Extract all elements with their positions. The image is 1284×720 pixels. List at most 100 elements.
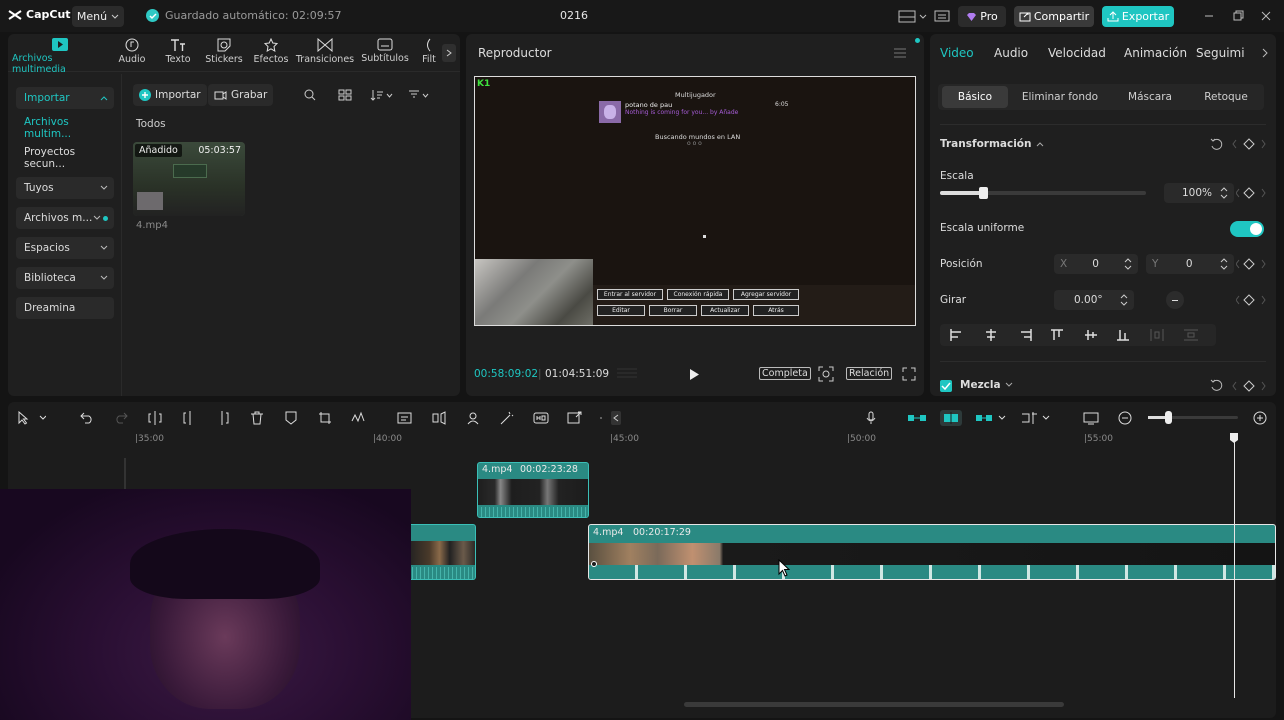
search-icon[interactable] (304, 89, 316, 101)
waveform-icon[interactable] (616, 366, 638, 380)
sidebar-item-spaces[interactable]: Espacios (16, 237, 114, 259)
video-preview[interactable]: K1 Multijugador potano de pau 6:05 Nothi… (474, 76, 916, 326)
clip-keyframe-dot[interactable] (591, 561, 597, 567)
distribute-h-icon[interactable] (1150, 329, 1164, 341)
chevron-right-icon[interactable] (1262, 48, 1268, 58)
quick-connect-button[interactable]: Conexión rápida (667, 289, 729, 300)
undo-icon[interactable] (78, 410, 96, 426)
align-top-icon[interactable] (1050, 329, 1064, 341)
crop-icon[interactable] (316, 410, 334, 426)
tab-audio[interactable]: Audio (116, 38, 148, 65)
tab-effects[interactable]: Efectos (252, 38, 290, 65)
subtab-basic[interactable]: Básico (942, 86, 1008, 108)
timeline-scrollbar[interactable] (684, 702, 1064, 707)
magnet-icon[interactable] (940, 410, 962, 426)
tab-audio-props[interactable]: Audio (994, 46, 1028, 60)
delete-button[interactable]: Borrar (649, 305, 697, 316)
timeline-clip-left[interactable] (408, 524, 476, 580)
full-quality-button[interactable]: Completa (759, 367, 811, 380)
player-menu-icon[interactable] (894, 48, 906, 58)
microphone-icon[interactable] (862, 410, 880, 426)
sidebar-item-subprojects[interactable]: Proyectos secun... (16, 146, 114, 170)
preview-axis-icon[interactable] (1020, 410, 1056, 426)
scale-slider-handle[interactable] (979, 187, 989, 199)
keyframe-icon[interactable] (1236, 187, 1266, 199)
trim-left-icon[interactable] (180, 410, 198, 426)
subtab-remove-bg[interactable]: Eliminar fondo (1016, 86, 1104, 108)
tab-filters[interactable]: Filt (418, 38, 440, 65)
sidebar-item-media[interactable]: Archivos multim... (16, 116, 114, 140)
scale-slider[interactable] (940, 187, 1146, 199)
ratio-button[interactable]: Relación (846, 367, 893, 380)
tab-subtitles[interactable]: Subtítulos (360, 38, 410, 64)
position-x-field[interactable]: X 0 (1054, 254, 1138, 274)
snapshot-icon[interactable] (818, 366, 834, 382)
cutout-icon[interactable] (464, 410, 482, 426)
sidebar-item-import[interactable]: Importar (16, 87, 114, 109)
delete-icon[interactable] (248, 410, 266, 426)
link-icon[interactable] (974, 410, 1012, 426)
select-tool-icon[interactable] (14, 410, 48, 426)
tab-transitions[interactable]: Transiciones (296, 38, 354, 65)
transform-section[interactable]: Transformación (940, 138, 1044, 150)
subtab-retouch[interactable]: Retoque (1188, 86, 1264, 108)
blend-section[interactable]: Mezcla (960, 379, 1013, 391)
timeline-clip-main[interactable]: 4.mp4 00:20:17:29 (588, 524, 1276, 580)
hd-icon[interactable] (532, 410, 550, 426)
tab-speed[interactable]: Velocidad (1048, 46, 1106, 60)
export-frame-icon[interactable] (566, 410, 584, 426)
tab-text[interactable]: Texto (160, 38, 196, 65)
marker-icon[interactable] (282, 410, 300, 426)
screen-icon[interactable] (1082, 410, 1100, 426)
minimize-icon[interactable] (1203, 10, 1215, 22)
align-center-h-icon[interactable] (984, 329, 998, 341)
media-thumbnail[interactable]: Añadido 05:03:57 (133, 142, 245, 216)
filter-icon[interactable] (408, 89, 432, 101)
link-main-track-icon[interactable] (906, 410, 928, 426)
keyframe-icon[interactable] (1232, 380, 1266, 392)
export-button[interactable]: Exportar (1102, 6, 1174, 27)
import-button[interactable]: Importar (133, 84, 207, 106)
sidebar-item-files[interactable]: Archivos m... (16, 207, 114, 229)
grid-view-icon[interactable] (338, 89, 352, 101)
mirror-icon[interactable] (430, 410, 448, 426)
trim-right-icon[interactable] (214, 410, 232, 426)
tabs-next-button[interactable] (442, 44, 456, 62)
keyframe-icon[interactable] (1236, 294, 1266, 306)
reset-icon[interactable] (1210, 138, 1223, 151)
timeline-clip-upper[interactable]: 4.mp4 00:02:23:28 (477, 462, 589, 518)
edit-button[interactable]: Editar (597, 305, 645, 316)
layout-icon[interactable] (898, 9, 928, 23)
pro-button[interactable]: Pro (958, 6, 1006, 27)
tab-tracking[interactable]: Seguimi (1196, 46, 1256, 60)
record-button[interactable]: Grabar (208, 84, 274, 106)
redo-icon[interactable] (112, 410, 130, 426)
align-left-icon[interactable] (950, 329, 964, 341)
tab-video[interactable]: Video (940, 46, 974, 60)
position-y-field[interactable]: Y 0 (1146, 254, 1234, 274)
split-icon[interactable] (146, 410, 164, 426)
sidebar-item-yours[interactable]: Tuyos (16, 177, 114, 199)
scale-field[interactable]: 100% (1164, 183, 1234, 203)
tab-stickers[interactable]: Stickers (204, 38, 244, 65)
align-right-icon[interactable] (1018, 329, 1032, 341)
blend-checkbox[interactable] (940, 380, 952, 392)
shortcut-icon[interactable] (934, 9, 950, 23)
fullscreen-icon[interactable] (902, 367, 916, 381)
sort-icon[interactable] (370, 89, 394, 101)
add-server-button[interactable]: Agregar servidor (733, 289, 799, 300)
distribute-v-icon[interactable] (1184, 329, 1198, 341)
reset-icon[interactable] (1210, 379, 1223, 392)
keyframe-icon[interactable] (1236, 258, 1266, 270)
subtab-mask[interactable]: Máscara (1116, 86, 1184, 108)
magic-icon[interactable] (498, 410, 516, 426)
rotate-field[interactable]: 0.00° (1054, 290, 1134, 310)
join-server-button[interactable]: Entrar al servidor (597, 289, 663, 300)
tab-media[interactable]: Archivos multimedia (12, 38, 108, 75)
align-center-v-icon[interactable] (1084, 329, 1098, 341)
keyframe-icon[interactable] (1232, 138, 1266, 150)
close-icon[interactable] (1260, 10, 1272, 22)
back-button[interactable]: Atrás (753, 305, 799, 316)
zoom-slider[interactable] (1148, 411, 1238, 424)
menu-button[interactable]: Menú (72, 6, 124, 27)
